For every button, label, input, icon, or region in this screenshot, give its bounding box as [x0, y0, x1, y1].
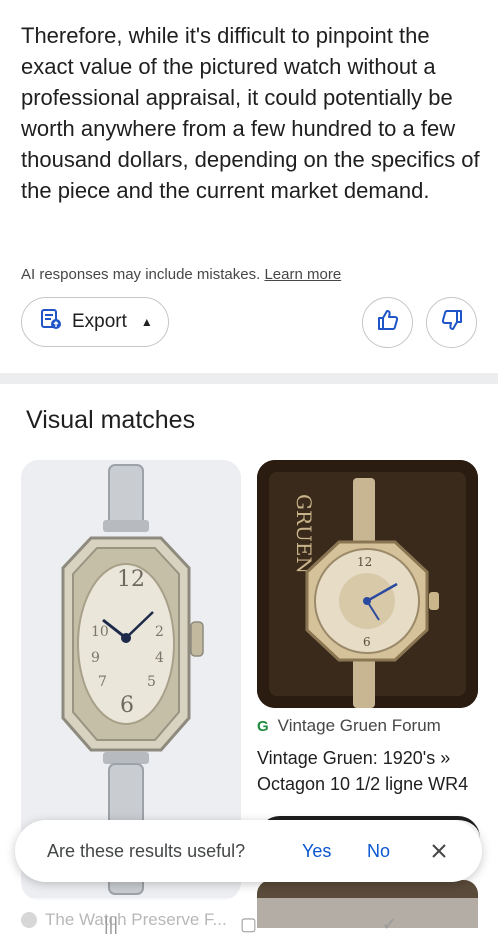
svg-text:12: 12	[357, 555, 372, 569]
export-doc-icon	[40, 308, 62, 336]
learn-more-link[interactable]: Learn more	[264, 266, 341, 283]
section-divider	[0, 373, 498, 384]
home-icon[interactable]: ▢	[240, 914, 257, 935]
back-icon[interactable]: ✓	[382, 914, 397, 935]
result-image-gruen[interactable]: GRUEN 12 6	[257, 460, 478, 708]
recent-apps-icon[interactable]: |||	[104, 914, 118, 935]
svg-text:4: 4	[155, 650, 164, 666]
result-source-watch-preserve[interactable]: The Watch Preserve F...	[21, 910, 227, 930]
svg-text:12: 12	[117, 567, 145, 592]
ai-answer-paragraph: Therefore, while it's difficult to pinpo…	[21, 23, 480, 203]
svg-text:10: 10	[91, 624, 109, 640]
thumbs-up-button[interactable]	[362, 297, 413, 348]
export-button[interactable]: Export ▲	[21, 297, 169, 347]
svg-text:6: 6	[363, 635, 371, 649]
export-label: Export	[72, 311, 127, 332]
close-icon[interactable]	[428, 840, 450, 862]
result-title-gruen[interactable]: Vintage Gruen: 1920's » Octagon 10 1/2 l…	[257, 745, 485, 797]
feedback-no-button[interactable]: No	[367, 841, 390, 862]
caret-up-icon: ▲	[140, 315, 153, 329]
site-favicon-icon: G	[257, 717, 269, 735]
feedback-toast: Are these results useful? Yes No	[15, 820, 482, 882]
svg-text:5: 5	[147, 674, 156, 690]
svg-text:2: 2	[155, 624, 164, 640]
result-source-gruen[interactable]: G Vintage Gruen Forum	[257, 716, 441, 736]
svg-text:6: 6	[120, 693, 134, 718]
disclaimer-text: AI responses may include mistakes.	[21, 266, 261, 283]
result-source-label: Vintage Gruen Forum	[277, 716, 441, 735]
thumbs-up-icon	[375, 307, 401, 338]
thumbs-down-button[interactable]	[426, 297, 477, 348]
svg-text:7: 7	[98, 674, 107, 690]
feedback-question: Are these results useful?	[47, 840, 246, 861]
result-source-label: The Watch Preserve F...	[45, 910, 227, 929]
svg-text:9: 9	[91, 650, 100, 666]
site-favicon-icon	[21, 912, 37, 928]
visual-matches-title: Visual matches	[26, 406, 196, 434]
feedback-yes-button[interactable]: Yes	[302, 841, 331, 862]
thumbs-down-icon	[439, 307, 465, 338]
ai-disclaimer: AI responses may include mistakes. Learn…	[21, 266, 341, 283]
gruen-box-text: GRUEN	[292, 494, 316, 574]
